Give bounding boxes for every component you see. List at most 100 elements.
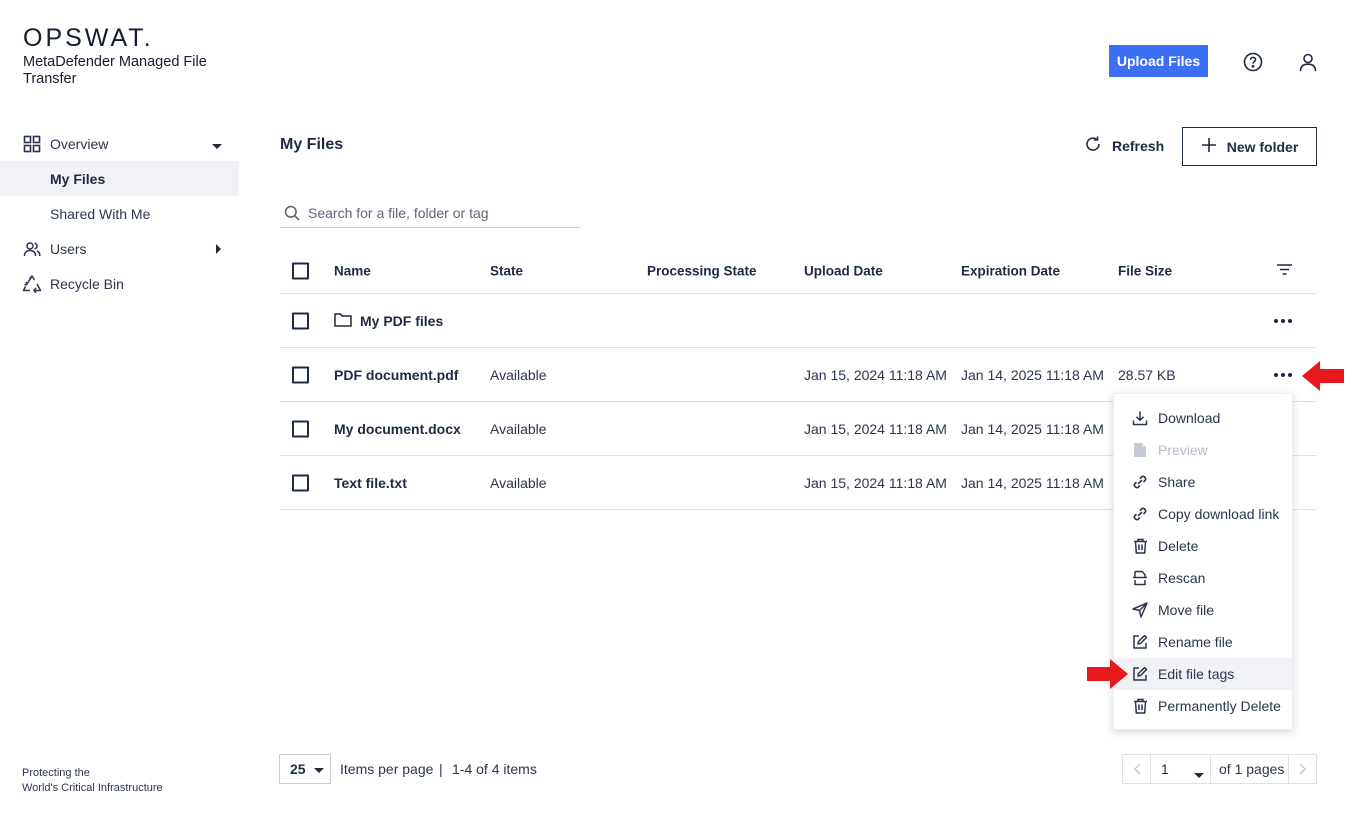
file-state: Available [490, 366, 547, 383]
page-number-select[interactable]: 1 [1151, 755, 1211, 783]
sidebar-item-label: Recycle Bin [50, 275, 124, 292]
column-header-expiration-date[interactable]: Expiration Date [961, 263, 1060, 278]
next-page-button[interactable] [1288, 755, 1316, 783]
file-name[interactable]: PDF document.pdf [334, 367, 458, 383]
help-icon[interactable] [1242, 51, 1264, 73]
file-state: Available [490, 474, 547, 491]
sidebar-item-label: My Files [50, 170, 106, 187]
items-per-page-select[interactable]: 25 [279, 754, 331, 784]
sidebar-nav: Overview My Files Shared With Me Users R… [0, 126, 239, 301]
refresh-label: Refresh [1112, 137, 1165, 154]
tagline: Protecting the World's Critical Infrastr… [22, 766, 163, 796]
menu-item-download[interactable]: Download [1114, 402, 1292, 434]
folder-name-cell[interactable]: My PDF files [334, 312, 443, 330]
caret-down-icon [313, 761, 324, 777]
expiration-date: Jan 14, 2025 11:18 AM [961, 420, 1104, 437]
prev-page-button[interactable] [1123, 755, 1151, 783]
file-context-menu: Download Preview Share Copy download lin… [1113, 393, 1293, 730]
filter-icon[interactable] [1276, 263, 1293, 278]
new-folder-label: New folder [1226, 138, 1299, 155]
menu-item-label: Rename file [1158, 634, 1233, 650]
sidebar-item-overview[interactable]: Overview [0, 126, 239, 161]
edit-icon [1132, 634, 1148, 650]
file-state: Available [490, 420, 547, 437]
menu-item-label: Download [1158, 410, 1221, 426]
link-icon [1132, 506, 1148, 522]
menu-item-label: Permanently Delete [1158, 698, 1281, 714]
menu-item-move-file[interactable]: Move file [1114, 594, 1292, 626]
download-icon [1132, 410, 1148, 426]
caret-down-icon [1194, 766, 1204, 782]
sidebar-item-my-files[interactable]: My Files [0, 161, 239, 196]
send-icon [1132, 602, 1148, 618]
row-checkbox[interactable] [292, 366, 309, 383]
row-actions-menu[interactable] [1274, 318, 1292, 323]
upload-files-button[interactable]: Upload Files [1109, 45, 1208, 77]
menu-item-rename-file[interactable]: Rename file [1114, 626, 1292, 658]
row-actions-menu[interactable] [1274, 372, 1292, 377]
menu-item-label: Move file [1158, 602, 1215, 618]
row-checkbox[interactable] [292, 420, 309, 437]
trash-icon [1132, 538, 1148, 554]
upload-date: Jan 15, 2024 11:18 AM [804, 420, 947, 437]
menu-item-label: Preview [1158, 442, 1208, 458]
row-checkbox[interactable] [292, 312, 309, 329]
user-profile-icon[interactable] [1297, 51, 1319, 73]
menu-item-label: Delete [1158, 538, 1199, 554]
column-header-state[interactable]: State [490, 263, 523, 278]
expiration-date: Jan 14, 2025 11:18 AM [961, 366, 1104, 383]
total-pages: of 1 pages [1219, 761, 1285, 777]
preview-icon [1132, 442, 1148, 458]
menu-item-rescan[interactable]: Rescan [1114, 562, 1292, 594]
pagination-separator: | [439, 761, 443, 777]
page-navigator: 1 of 1 pages [1122, 754, 1317, 784]
sidebar-item-shared-with-me[interactable]: Shared With Me [0, 196, 239, 231]
edit-icon [1132, 666, 1148, 682]
column-header-processing-state[interactable]: Processing State [647, 263, 757, 278]
plus-icon [1201, 137, 1217, 156]
column-header-file-size[interactable]: File Size [1118, 263, 1172, 278]
table-row[interactable]: My PDF files [280, 294, 1317, 348]
column-header-upload-date[interactable]: Upload Date [804, 263, 883, 278]
menu-item-delete[interactable]: Delete [1114, 530, 1292, 562]
file-name: My PDF files [360, 312, 444, 329]
sidebar-item-label: Overview [50, 135, 109, 152]
sidebar: OPSWAT. MetaDefender Managed File Transf… [0, 0, 239, 823]
recycle-icon [22, 274, 42, 294]
opswat-logo: OPSWAT. [23, 24, 154, 52]
select-all-checkbox[interactable] [292, 262, 309, 279]
tagline-line-1: Protecting the [22, 767, 90, 779]
menu-item-preview[interactable]: Preview [1114, 434, 1292, 466]
per-page-value: 25 [290, 761, 306, 777]
expiration-date: Jan 14, 2025 11:18 AM [961, 474, 1104, 491]
upload-date: Jan 15, 2024 11:18 AM [804, 474, 947, 491]
file-name[interactable]: My document.docx [334, 421, 461, 437]
refresh-icon [1084, 135, 1102, 156]
refresh-button[interactable]: Refresh [1084, 135, 1164, 156]
menu-item-permanently-delete[interactable]: Permanently Delete [1114, 690, 1292, 722]
sidebar-item-users[interactable]: Users [0, 231, 239, 266]
users-icon [22, 239, 42, 259]
column-header-name[interactable]: Name [334, 263, 371, 278]
link-icon [1132, 474, 1148, 490]
page-title: My Files [280, 136, 344, 153]
grid-icon [22, 134, 42, 154]
file-size: 28.57 KB [1118, 366, 1176, 383]
caret-right-icon [215, 242, 223, 258]
menu-item-copy-download-link[interactable]: Copy download link [1114, 498, 1292, 530]
sidebar-item-recycle-bin[interactable]: Recycle Bin [0, 266, 239, 301]
items-range: 1-4 of 4 items [452, 761, 537, 777]
menu-item-edit-file-tags[interactable]: Edit file tags [1114, 658, 1292, 690]
menu-item-label: Copy download link [1158, 506, 1280, 522]
file-name[interactable]: Text file.txt [334, 475, 407, 491]
menu-item-label: Share [1158, 474, 1196, 490]
sidebar-item-label: Users [50, 240, 87, 257]
caret-down-icon [211, 138, 223, 154]
page-number: 1 [1161, 761, 1169, 777]
new-folder-button[interactable]: New folder [1182, 127, 1317, 166]
row-checkbox[interactable] [292, 474, 309, 491]
search-input[interactable] [308, 205, 568, 221]
annotation-arrow-right-icon [1087, 659, 1128, 689]
menu-item-share[interactable]: Share [1114, 466, 1292, 498]
tagline-line-2: World's Critical Infrastructure [22, 782, 163, 794]
